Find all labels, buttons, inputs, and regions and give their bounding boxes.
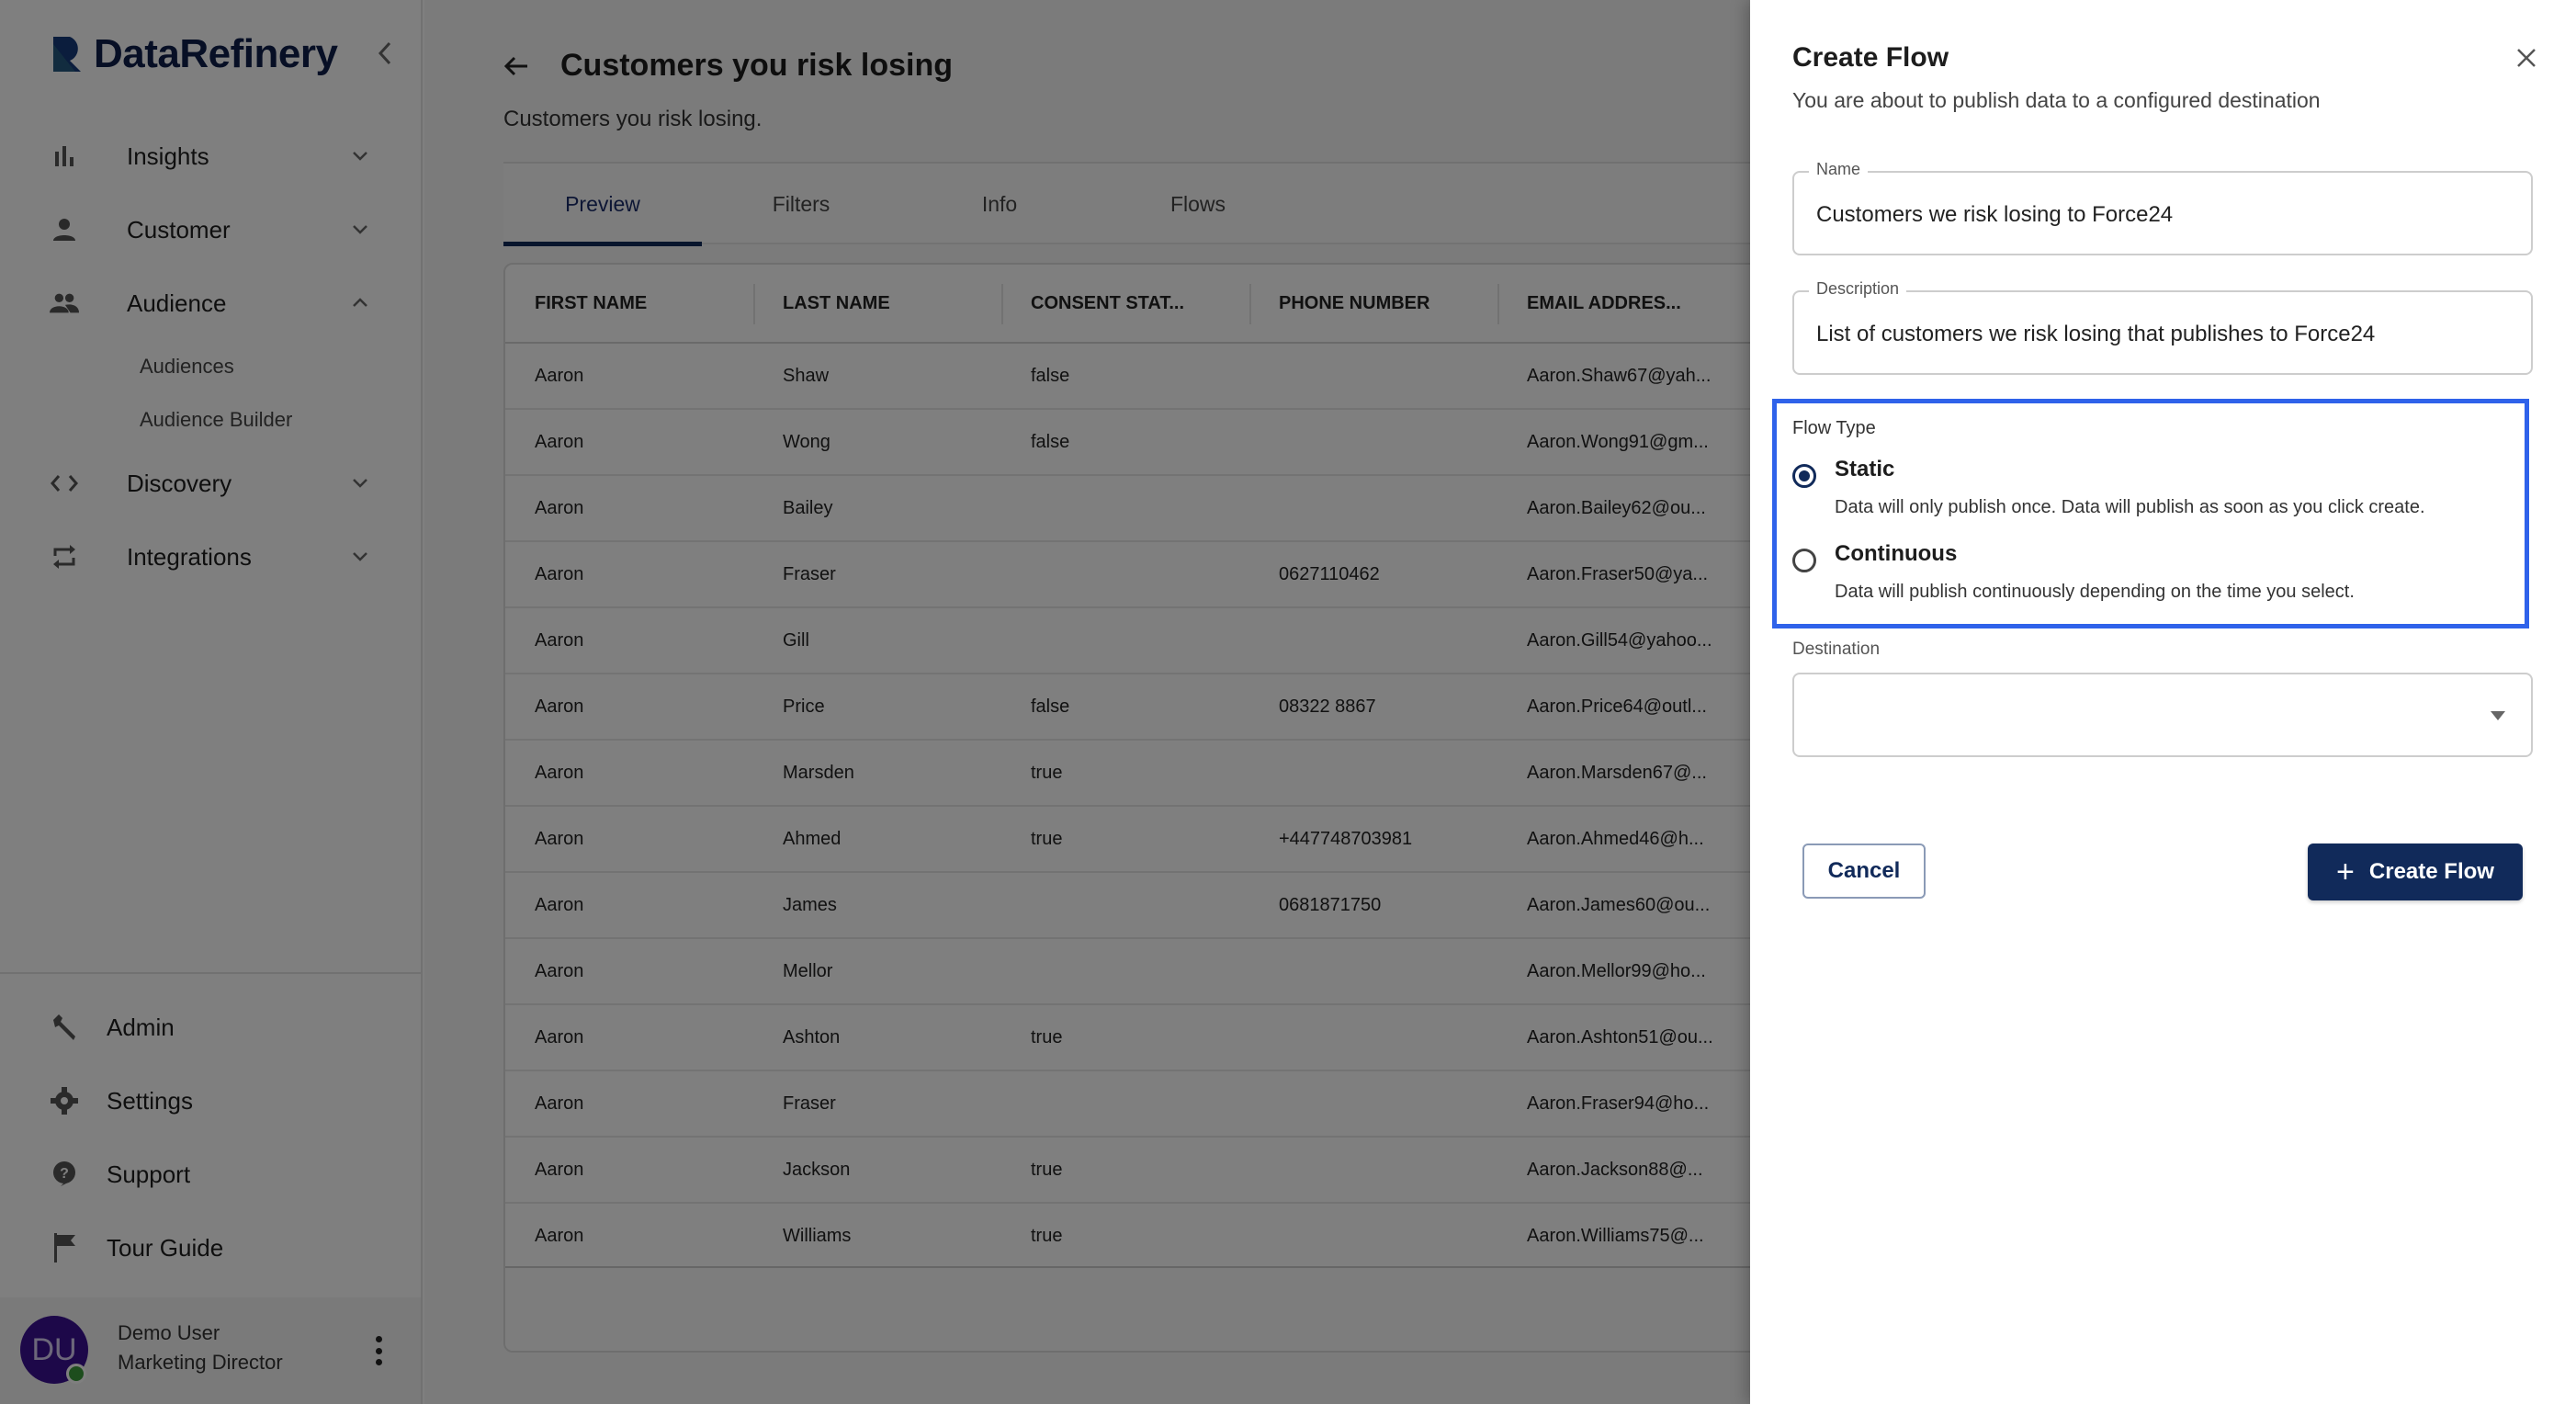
cancel-button[interactable]: Cancel — [1802, 844, 1926, 899]
destination-select[interactable] — [1792, 673, 2533, 757]
create-flow-drawer: Create Flow You are about to publish dat… — [1750, 0, 2576, 1404]
close-icon[interactable] — [2514, 46, 2538, 70]
name-input[interactable] — [1816, 202, 2514, 228]
radio-static[interactable] — [1792, 464, 1816, 488]
flow-type-option-static[interactable]: Static Data will only publish once. Data… — [1792, 457, 2425, 518]
caret-down-icon — [2491, 711, 2505, 720]
option-description: Data will only publish once. Data will p… — [1835, 497, 2425, 517]
description-label: Description — [1809, 279, 1907, 299]
name-label: Name — [1809, 160, 1869, 179]
description-field: Description — [1792, 279, 2533, 375]
name-field: Name — [1792, 160, 2533, 255]
plus-icon: + — [2336, 855, 2355, 889]
modal-backdrop[interactable] — [0, 0, 1750, 1404]
drawer-subtitle: You are about to publish data to a confi… — [1792, 88, 2321, 112]
drawer-title: Create Flow — [1792, 42, 1949, 73]
option-title: Static — [1835, 457, 1895, 481]
description-input[interactable] — [1816, 322, 2514, 347]
flow-type-label: Flow Type — [1792, 418, 1876, 438]
destination-label: Destination — [1792, 640, 1881, 659]
flow-type-option-continuous[interactable]: Continuous Data will publish continuousl… — [1792, 541, 2355, 603]
radio-continuous[interactable] — [1792, 549, 1816, 572]
flow-type-group: Flow Type Static Data will only publish … — [1772, 399, 2529, 628]
create-flow-button[interactable]: + Create Flow — [2308, 844, 2523, 900]
create-flow-label: Create Flow — [2368, 859, 2494, 884]
option-title: Continuous — [1835, 541, 1958, 566]
option-description: Data will publish continuously depending… — [1835, 582, 2355, 602]
